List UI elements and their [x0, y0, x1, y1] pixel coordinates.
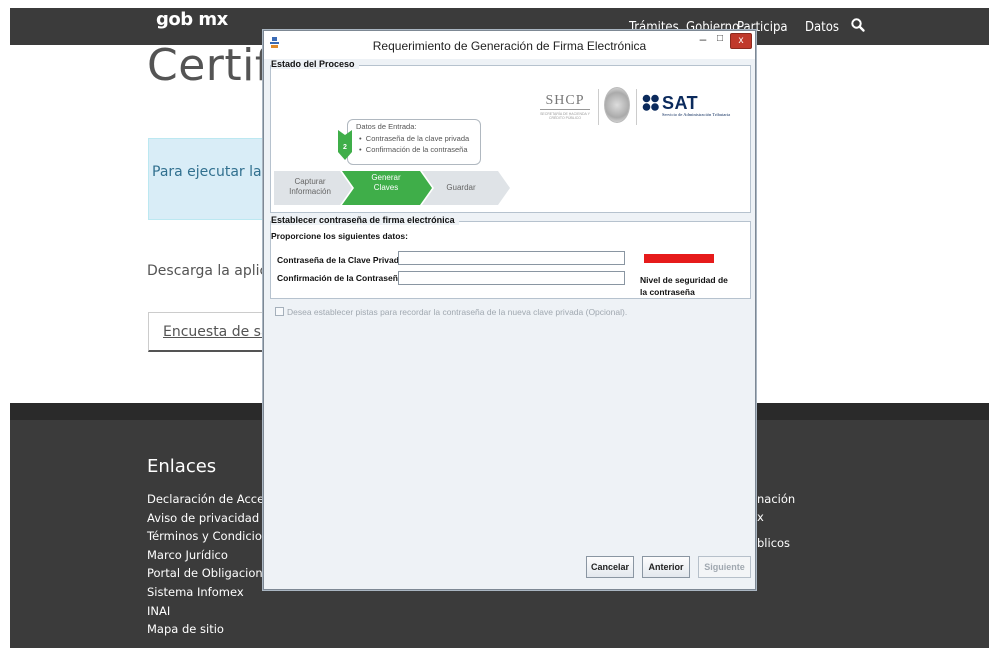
input-data-title: Datos de Entrada:	[356, 122, 417, 131]
sat-title: SAT	[662, 93, 699, 113]
private-key-password-label: Contraseña de la Clave Privada	[277, 255, 404, 265]
process-status-legend: Estado del Proceso	[271, 59, 359, 69]
instructions-label: Proporcione los siguientes datos:	[271, 231, 408, 241]
footer-link[interactable]: x	[757, 510, 764, 524]
security-level-label: Nivel de seguridad de	[640, 275, 728, 285]
next-button[interactable]: Siguiente	[698, 556, 751, 578]
shcp-logo: SHCP SECRETARÍA DE HACIENDA Y CRÉDITO PÚ…	[540, 93, 590, 120]
logo-divider	[598, 89, 599, 125]
footer-heading: Enlaces	[147, 456, 217, 477]
minimize-button[interactable]: –	[696, 33, 710, 47]
hints-checkbox-label: Desea establecer pistas para recordar la…	[287, 307, 628, 317]
security-level-label-line2: la contraseña	[640, 287, 695, 297]
confirm-password-label: Confirmación de la Contraseña	[277, 273, 403, 283]
footer-link[interactable]: Términos y Condiciones	[147, 529, 282, 543]
input-data-item: • Confirmación de la contraseña	[359, 145, 468, 154]
step-generate-label: Generar Claves	[371, 173, 401, 192]
logo-divider	[636, 89, 637, 125]
footer-link[interactable]: nación	[757, 492, 795, 506]
dialog-titlebar[interactable]: Requerimiento de Generación de Firma Ele…	[264, 31, 755, 59]
footer-link[interactable]: Aviso de privacidad	[147, 511, 259, 525]
site-logo[interactable]: gob mx	[156, 9, 228, 30]
previous-button[interactable]: Anterior	[642, 556, 690, 578]
cancel-button[interactable]: Cancelar	[586, 556, 634, 578]
private-key-password-field[interactable]	[398, 251, 625, 265]
step-save-label: Guardar	[446, 183, 476, 192]
footer-link[interactable]: INAI	[147, 604, 170, 618]
password-group-legend: Establecer contraseña de firma electróni…	[271, 215, 459, 225]
shcp-title: SHCP	[540, 93, 590, 110]
shcp-subtitle: SECRETARÍA DE HACIENDA Y CRÉDITO PÚBLICO	[540, 112, 590, 120]
security-level-bar	[644, 254, 714, 263]
confirm-password-field[interactable]	[398, 271, 625, 285]
footer-link[interactable]: blicos	[757, 536, 790, 550]
search-icon[interactable]	[850, 17, 866, 33]
nav-datos[interactable]: Datos	[805, 20, 839, 35]
signature-dialog: Requerimiento de Generación de Firma Ele…	[263, 30, 756, 590]
hints-checkbox[interactable]	[275, 307, 284, 316]
footer-link[interactable]: Marco Jurídico	[147, 548, 228, 562]
step-capture-label: Capturar Información	[289, 177, 331, 196]
current-step-number: 2	[343, 144, 347, 151]
footer-link[interactable]: Sistema Infomex	[147, 585, 244, 599]
sat-subtitle: Servicio de Administración Tributaria	[662, 112, 731, 117]
current-step-arrow-icon: 2	[338, 130, 352, 160]
national-seal-icon	[604, 87, 630, 123]
maximize-button[interactable]: □	[713, 33, 727, 47]
footer-link[interactable]: Mapa de sitio	[147, 622, 224, 636]
dialog-title: Requerimiento de Generación de Firma Ele…	[372, 39, 647, 53]
sat-logo-icon	[642, 94, 659, 111]
input-data-item: • Contraseña de la clave privada	[359, 134, 470, 143]
close-button[interactable]: x	[730, 33, 752, 49]
